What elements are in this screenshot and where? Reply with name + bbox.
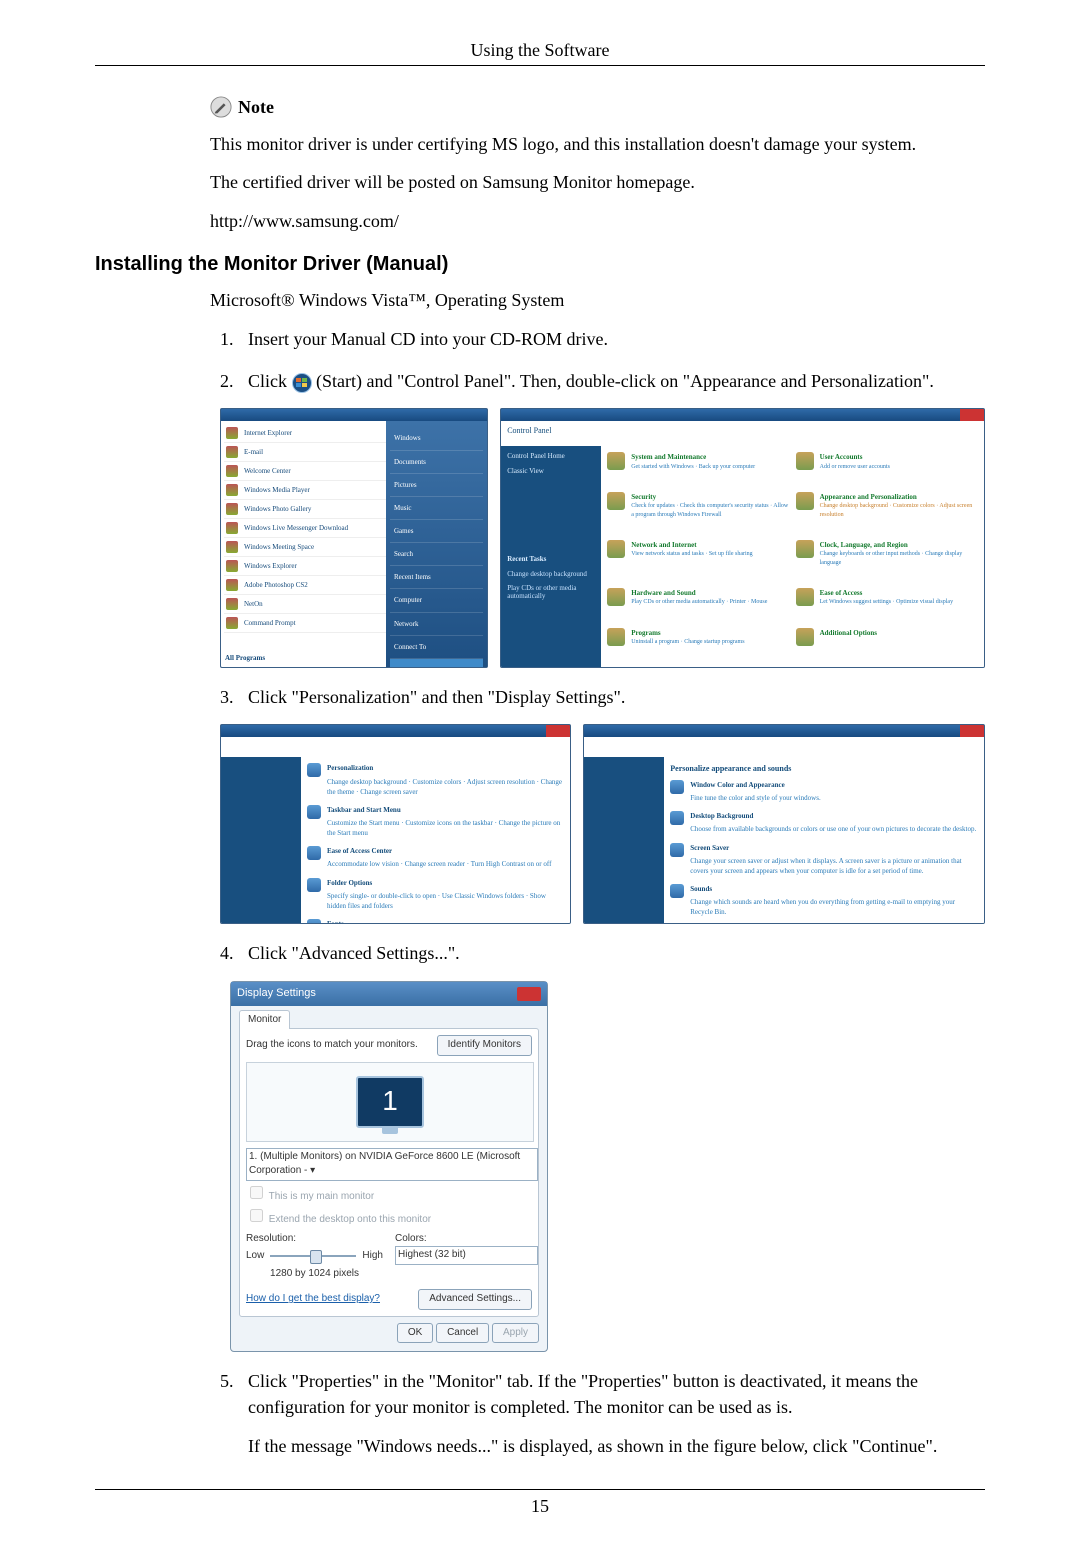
- start-menu-control-panel[interactable]: Control Panel: [390, 659, 483, 669]
- extend-desktop-checkbox: Extend the desktop onto this monitor: [246, 1206, 532, 1228]
- advanced-settings-button[interactable]: Advanced Settings...: [418, 1289, 532, 1310]
- ok-button[interactable]: OK: [397, 1323, 433, 1344]
- colors-select[interactable]: Highest (32 bit): [395, 1246, 538, 1265]
- display-settings-dialog: Display Settings Monitor Drag the icons …: [230, 981, 548, 1353]
- step-4-text: Click "Advanced Settings...".: [248, 943, 460, 963]
- note-p1: This monitor driver is under certifying …: [210, 132, 985, 156]
- start-menu-left-pane: Internet Explorer E-mail Welcome Center …: [221, 421, 393, 667]
- step-4-screenshot: Display Settings Monitor Drag the icons …: [220, 981, 985, 1353]
- step-2-text-b: (Start) and "Control Panel". Then, doubl…: [316, 371, 934, 391]
- step-2-text-a: Click: [248, 371, 292, 391]
- step-3-text: Click "Personalization" and then "Displa…: [248, 687, 625, 707]
- screenshot-start-menu: Internet Explorer E-mail Welcome Center …: [220, 408, 488, 668]
- monitor-preview[interactable]: 1: [246, 1062, 534, 1142]
- colors-label: Colors:: [395, 1232, 532, 1247]
- resolution-slider[interactable]: [270, 1249, 356, 1263]
- identify-monitors-button[interactable]: Identify Monitors: [437, 1035, 532, 1056]
- cancel-button[interactable]: Cancel: [436, 1323, 489, 1344]
- page-number: 15: [95, 1496, 985, 1517]
- step-5-text-a: Click "Properties" in the "Monitor" tab.…: [248, 1371, 918, 1417]
- screenshot-appearance-panel: PersonalizationChange desktop background…: [220, 724, 571, 924]
- step-1: Insert your Manual CD into your CD-ROM d…: [238, 326, 985, 352]
- close-icon[interactable]: [517, 987, 541, 1001]
- apply-button: Apply: [492, 1323, 539, 1344]
- step-5-text-b: If the message "Windows needs..." is dis…: [248, 1434, 985, 1458]
- step-2-screenshots: Internet Explorer E-mail Welcome Center …: [220, 408, 985, 668]
- step-2: Click (Start) and "Control Panel". Then,…: [238, 368, 985, 668]
- pencil-icon: [210, 96, 232, 118]
- control-panel-body: System and MaintenanceGet started with W…: [601, 446, 984, 667]
- bottom-rule: [95, 1489, 985, 1490]
- note-block: Note This monitor driver is under certif…: [210, 96, 985, 233]
- note-p3: http://www.samsung.com/: [210, 209, 985, 233]
- step-1-text: Insert your Manual CD into your CD-ROM d…: [248, 329, 608, 349]
- step-4: Click "Advanced Settings...". Display Se…: [238, 940, 985, 1352]
- start-orb-icon: [292, 373, 312, 393]
- monitor-tab[interactable]: Monitor: [239, 1010, 290, 1030]
- top-rule: [95, 65, 985, 66]
- dlg-title-text: Display Settings: [237, 986, 316, 1002]
- start-menu-right-pane: Windows Documents Pictures Music Games S…: [386, 421, 487, 667]
- control-panel-appearance-item[interactable]: Appearance and PersonalizationChange des…: [796, 492, 978, 534]
- resolution-value: 1280 by 1024 pixels: [246, 1267, 383, 1282]
- screenshot-personalization: Personalize appearance and sounds Window…: [583, 724, 985, 924]
- note-heading: Note: [210, 96, 985, 118]
- step-3: Click "Personalization" and then "Displa…: [238, 684, 985, 924]
- page-header: Using the Software: [95, 40, 985, 61]
- note-label: Note: [238, 97, 274, 118]
- monitor-select[interactable]: 1. (Multiple Monitors) on NVIDIA GeForce…: [246, 1148, 538, 1181]
- resolution-label: Resolution:: [246, 1232, 383, 1247]
- step-5: Click "Properties" in the "Monitor" tab.…: [238, 1368, 985, 1458]
- step-3-screenshots: PersonalizationChange desktop background…: [220, 724, 985, 924]
- screenshot-control-panel: Control Panel Control Panel Home Classic…: [500, 408, 985, 668]
- monitor-icon: 1: [356, 1076, 424, 1128]
- control-panel-sidebar: Control Panel Home Classic View Recent T…: [501, 446, 613, 667]
- intro-os: Microsoft® Windows Vista™, Operating Sys…: [210, 288, 985, 312]
- best-display-link[interactable]: How do I get the best display?: [246, 1292, 380, 1307]
- steps-list: Insert your Manual CD into your CD-ROM d…: [210, 326, 985, 1458]
- section-heading: Installing the Monitor Driver (Manual): [95, 253, 985, 276]
- note-p2: The certified driver will be posted on S…: [210, 170, 985, 194]
- drag-text: Drag the icons to match your monitors.: [246, 1038, 418, 1053]
- main-monitor-checkbox: This is my main monitor: [246, 1183, 532, 1205]
